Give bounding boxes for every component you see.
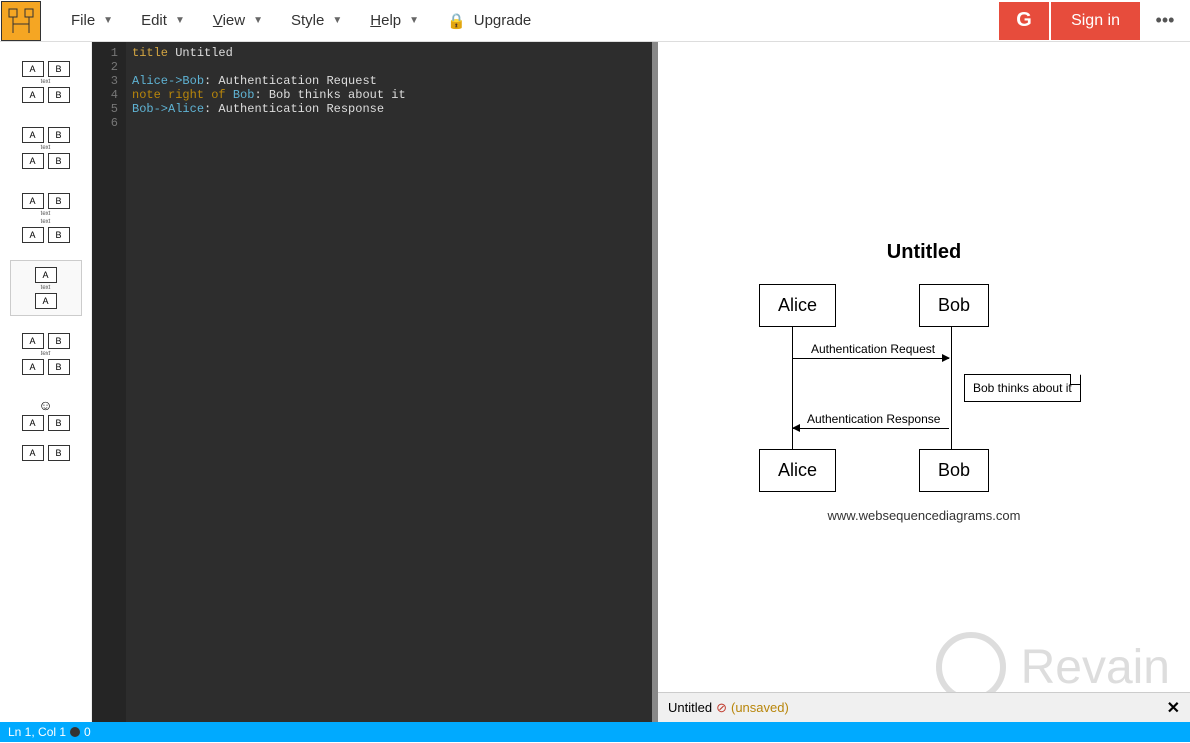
chevron-down-icon: ▼: [332, 15, 342, 26]
menu-upgrade[interactable]: 🔒Upgrade: [433, 4, 545, 38]
app-logo[interactable]: [1, 1, 41, 41]
actor-box-bob-top: Bob: [919, 284, 989, 327]
more-menu-button[interactable]: •••: [1146, 2, 1184, 40]
actor-box-alice-top: Alice: [759, 284, 836, 327]
lock-icon: 🔒: [447, 12, 466, 30]
status-unsaved: (unsaved): [731, 700, 789, 715]
chevron-down-icon: ▼: [253, 15, 263, 26]
chevron-down-icon: ▼: [103, 15, 113, 26]
warning-icon: ⊘: [716, 700, 727, 716]
bottom-status-bar: Ln 1, Col 1 0: [0, 722, 1190, 742]
template-item[interactable]: AB text AB: [10, 120, 82, 176]
watermark-url: www.websequencediagrams.com: [828, 508, 1021, 523]
menu-bar: File▼ Edit▼ View▼ Style▼ Help▼ 🔒Upgrade …: [0, 0, 1190, 42]
editor-gutter: 123456: [92, 42, 126, 722]
diagram-preview: Untitled Alice Bob Authentication Reques…: [658, 42, 1190, 722]
menu-help[interactable]: Help▼: [356, 4, 433, 38]
note-box: Bob thinks about it: [964, 374, 1081, 402]
status-indicator-icon: [70, 727, 80, 737]
message-label: Authentication Request: [809, 342, 937, 356]
template-item[interactable]: AB texttext AB: [10, 186, 82, 250]
menu-style[interactable]: Style▼: [277, 4, 356, 38]
editor-content[interactable]: title Untitled Alice->Bob: Authenticatio…: [126, 42, 652, 722]
template-item[interactable]: AB text AB: [10, 326, 82, 382]
status-doc-title: Untitled: [668, 700, 712, 715]
menu-view[interactable]: View▼: [199, 4, 277, 38]
menu-items: File▼ Edit▼ View▼ Style▼ Help▼ 🔒Upgrade: [57, 4, 545, 38]
chevron-down-icon: ▼: [175, 15, 185, 26]
message-arrow: [793, 428, 949, 429]
template-sidebar[interactable]: AB text AB AB text AB AB texttext AB A t…: [0, 42, 92, 722]
actor-box-alice-bottom: Alice: [759, 449, 836, 492]
lifeline: [951, 326, 952, 449]
chevron-down-icon: ▼: [409, 15, 419, 26]
close-icon[interactable]: ✕: [1167, 698, 1180, 718]
diagram-title: Untitled: [887, 241, 961, 264]
signin-button[interactable]: Sign in: [1051, 2, 1140, 40]
cursor-position: Ln 1, Col 1: [8, 725, 66, 739]
menu-file[interactable]: File▼: [57, 4, 127, 38]
message-label: Authentication Response: [805, 412, 942, 426]
preview-status-bar: Untitled ⊘ (unsaved) ✕: [658, 692, 1190, 722]
message-arrow: [793, 358, 949, 359]
main-area: AB text AB AB text AB AB texttext AB A t…: [0, 42, 1190, 722]
template-item[interactable]: ☺ AB AB: [10, 392, 82, 468]
code-editor[interactable]: 123456 title Untitled Alice->Bob: Authen…: [92, 42, 652, 722]
dots-horizontal-icon: •••: [1156, 10, 1175, 31]
menu-edit[interactable]: Edit▼: [127, 4, 199, 38]
actor-box-bob-bottom: Bob: [919, 449, 989, 492]
template-item[interactable]: AB text AB: [10, 54, 82, 110]
status-count: 0: [84, 725, 91, 739]
template-item[interactable]: A text A: [10, 260, 82, 316]
sequence-diagram: Alice Bob Authentication Request Bob thi…: [759, 284, 1089, 494]
google-signin-button[interactable]: G: [999, 2, 1049, 40]
